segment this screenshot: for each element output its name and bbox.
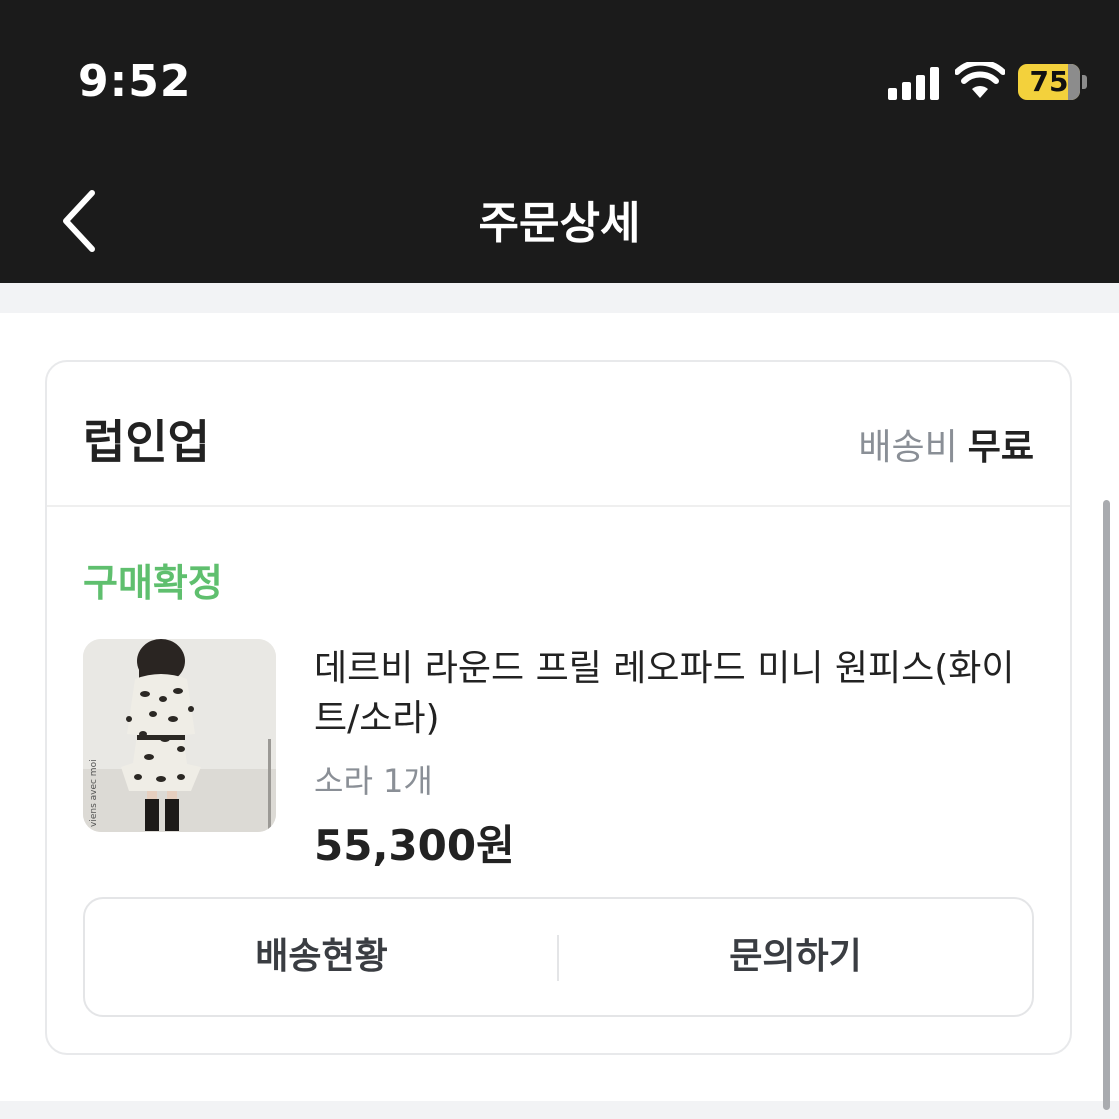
shipping-fee-label: 배송비 [858,427,958,468]
wifi-icon [955,62,1005,98]
inquiry-button[interactable]: 문의하기 [559,899,1032,1015]
product-option: 소라 1개 [314,762,433,800]
order-status-badge: 구매확정 [83,561,223,605]
battery-tip [1082,75,1087,89]
section-spacer [0,283,1119,313]
shipping-fee: 배송비 무료 [858,418,1034,470]
order-actions: 배송현황 문의하기 [83,897,1034,1017]
delivery-status-button[interactable]: 배송현황 [85,899,558,1015]
product-image[interactable]: viens avec moi [83,639,276,832]
product-photo: viens avec moi [83,639,276,832]
order-card: 럽인업 배송비 무료 구매확정 viens avec moi 데르비 라운드 프… [45,360,1072,1055]
scrollbar[interactable] [1103,500,1110,1110]
product-price: 55,300원 [314,821,515,870]
section-spacer-bottom [0,1101,1119,1119]
status-bar: 9:52 75 [0,0,1119,165]
battery-icon: 75 [1018,64,1080,100]
battery-level: 75 [1029,65,1069,98]
cellular-signal-icon [888,66,942,100]
card-header: 럽인업 배송비 무료 [47,362,1070,507]
image-caption: viens avec moi [89,759,99,827]
nav-bar: 주문상세 [0,165,1119,283]
status-time: 9:52 [78,56,192,107]
product-name[interactable]: 데르비 라운드 프릴 레오파드 미니 원피스(화이트/소라) [314,644,1044,744]
page-title: 주문상세 [478,198,641,249]
shipping-fee-value: 무료 [967,427,1034,468]
seller-name[interactable]: 럽인업 [83,406,210,472]
